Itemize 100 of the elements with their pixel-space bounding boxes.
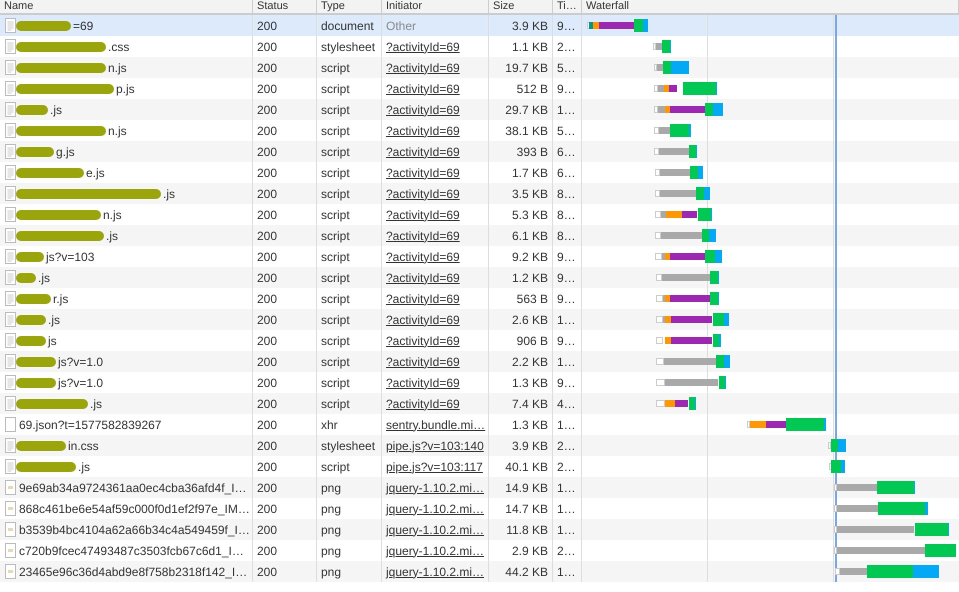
document-icon	[5, 375, 16, 390]
request-row[interactable]: b3539b4bc4104a62a66b34c4a549459f_I… 200 png jquery-1.10.2.mi… 11.8 KB 1…	[0, 519, 959, 540]
status-code: 200	[257, 334, 278, 348]
request-name: .js	[90, 396, 102, 410]
initiator-link[interactable]: ?activityId=69	[386, 82, 460, 96]
column-header[interactable]: Waterfall	[586, 0, 629, 12]
size-value: 512 B	[516, 82, 548, 96]
request-row[interactable]: in.css 200 stylesheet pipe.js?v=103:140 3.9 KB 2…	[0, 435, 959, 456]
initiator-link[interactable]: jquery-1.10.2.mi…	[386, 502, 484, 516]
status-code: 200	[257, 438, 278, 452]
request-name: n.js	[108, 60, 127, 74]
request-row[interactable]: =69 200 document Other 3.9 KB 9…	[0, 15, 959, 36]
initiator-link[interactable]: jquery-1.10.2.mi…	[386, 522, 484, 536]
time-value: 2…	[557, 544, 576, 558]
time-value: 8…	[557, 186, 576, 200]
initiator-link[interactable]: ?activityId=69	[386, 102, 460, 116]
size-value: 38.1 KB	[505, 124, 548, 138]
column-header[interactable]: Ti…	[557, 0, 577, 12]
column-header[interactable]: Type	[321, 0, 345, 12]
size-value: 3.9 KB	[512, 438, 548, 452]
request-row[interactable]: n.js 200 script ?activityId=69 19.7 KB 5…	[0, 57, 959, 78]
initiator-link[interactable]: ?activityId=69	[386, 186, 460, 200]
document-icon	[5, 165, 16, 180]
initiator-link[interactable]: ?activityId=69	[386, 60, 460, 74]
time-value: 9…	[557, 270, 576, 284]
initiator-link[interactable]: ?activityId=69	[386, 376, 460, 390]
request-name: js	[48, 334, 57, 348]
size-value: 3.5 KB	[512, 186, 548, 200]
status-code: 200	[257, 166, 278, 180]
time-value: 1…	[557, 418, 576, 432]
image-file-icon	[5, 564, 16, 579]
size-value: 563 B	[516, 292, 548, 306]
initiator-link[interactable]: ?activityId=69	[386, 208, 460, 222]
initiator-link[interactable]: ?activityId=69	[386, 334, 460, 348]
time-value: 6…	[557, 144, 576, 158]
request-row[interactable]: .js 200 script ?activityId=69 1.2 KB 9…	[0, 267, 959, 288]
request-row[interactable]: g.js 200 script ?activityId=69 393 B 6…	[0, 141, 959, 162]
request-row[interactable]: .js 200 script ?activityId=69 29.7 KB 1…	[0, 99, 959, 120]
redaction-mark	[16, 336, 46, 346]
status-code: 200	[257, 124, 278, 138]
request-row[interactable]: 23465e96c36d4abd9e8f758b2318f142_I… 200 png jquery-1.10.2.mi… 44.2 KB 1…	[0, 561, 959, 582]
initiator-link[interactable]: ?activityId=69	[386, 312, 460, 326]
initiator-link[interactable]: jquery-1.10.2.mi…	[386, 480, 484, 494]
time-value: 9…	[557, 82, 576, 96]
initiator-link[interactable]: jquery-1.10.2.mi…	[386, 544, 484, 558]
initiator-link[interactable]: ?activityId=69	[386, 124, 460, 138]
blank-file-icon	[5, 417, 16, 432]
request-row[interactable]: js?v=1.0 200 script ?activityId=69 2.2 KB 1…	[0, 351, 959, 372]
resource-type: script	[321, 312, 350, 326]
size-value: 14.7 KB	[505, 502, 548, 516]
initiator-link[interactable]: ?activityId=69	[386, 270, 460, 284]
size-value: 393 B	[516, 144, 548, 158]
initiator-link[interactable]: ?activityId=69	[386, 292, 460, 306]
resource-type: document	[321, 18, 374, 32]
request-row[interactable]: .js 200 script ?activityId=69 6.1 KB 8…	[0, 225, 959, 246]
size-value: 2.2 KB	[512, 354, 548, 368]
size-value: 44.2 KB	[505, 564, 548, 578]
document-icon	[5, 144, 16, 159]
size-value: 11.8 KB	[506, 522, 548, 536]
initiator-link[interactable]: ?activityId=69	[386, 396, 460, 410]
initiator-link[interactable]: ?activityId=69	[386, 40, 460, 54]
time-value: 8…	[557, 228, 576, 242]
status-code: 200	[257, 312, 278, 326]
initiator-link[interactable]: ?activityId=69	[386, 250, 460, 264]
request-row[interactable]: .js 200 script ?activityId=69 2.6 KB 1…	[0, 309, 959, 330]
request-name: g.js	[56, 144, 75, 158]
initiator-link[interactable]: ?activityId=69	[386, 228, 460, 242]
resource-type: script	[321, 228, 350, 242]
resource-type: script	[321, 396, 350, 410]
request-row[interactable]: 9e69ab34a9724361aa0ec4cba36afd4f_I… 200 png jquery-1.10.2.mi… 14.9 KB 1…	[0, 477, 959, 498]
status-code: 200	[257, 18, 278, 32]
resource-type: png	[321, 502, 342, 516]
initiator-link[interactable]: ?activityId=69	[386, 354, 460, 368]
status-code: 200	[257, 544, 278, 558]
request-row[interactable]: .js 200 script ?activityId=69 7.4 KB 4…	[0, 393, 959, 414]
size-value: 40.1 KB	[505, 460, 548, 474]
request-row[interactable]: .js 200 script ?activityId=69 3.5 KB 8…	[0, 183, 959, 204]
initiator-link[interactable]: sentry.bundle.mi…	[386, 418, 486, 432]
column-header[interactable]: Size	[493, 0, 514, 12]
column-header[interactable]: Initiator	[386, 0, 422, 12]
column-header[interactable]: Name	[4, 0, 34, 12]
initiator-link[interactable]: ?activityId=69	[386, 166, 460, 180]
resource-type: script	[321, 102, 350, 116]
initiator-link[interactable]: pipe.js?v=103:140	[386, 438, 484, 452]
initiator-link[interactable]: ?activityId=69	[386, 144, 460, 158]
document-icon	[5, 18, 16, 33]
status-code: 200	[257, 502, 278, 516]
size-value: 906 B	[516, 334, 548, 348]
document-icon	[5, 81, 16, 96]
time-value: 9…	[557, 334, 576, 348]
initiator-link[interactable]: pipe.js?v=103:117	[386, 460, 483, 474]
request-name: c720b9fcec47493487c3503fcb67c6d1_I…	[19, 544, 244, 558]
document-icon	[5, 438, 16, 453]
column-header[interactable]: Status	[257, 0, 288, 12]
status-code: 200	[257, 186, 278, 200]
initiator-link[interactable]: jquery-1.10.2.mi…	[386, 564, 484, 578]
size-value: 19.7 KB	[505, 60, 548, 74]
resource-type: stylesheet	[321, 40, 376, 54]
status-code: 200	[257, 480, 278, 494]
document-icon	[5, 207, 16, 222]
